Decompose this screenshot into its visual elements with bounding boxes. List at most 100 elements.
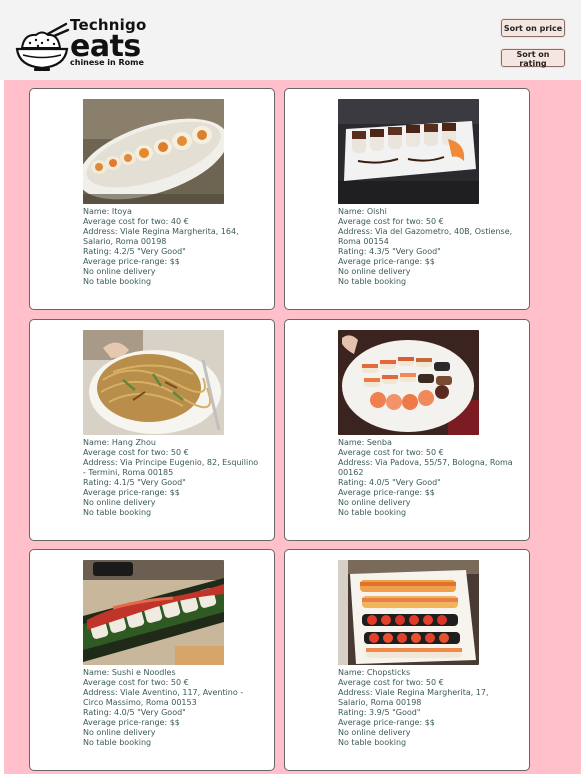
- restaurant-info: Name: Chopsticks Average cost for two: 50…: [338, 668, 518, 748]
- restaurant-card: Name: Itoya Average cost for two: 40 € Add…: [29, 88, 275, 310]
- restaurant-cost-label: Average cost for two:: [338, 678, 426, 687]
- sort-on-rating-button[interactable]: Sort on rating: [501, 49, 565, 68]
- restaurant-booking: No table booking: [83, 508, 152, 517]
- restaurant-name: Name: Sushi e Noodles: [83, 668, 263, 678]
- sushi-boat-photo: [338, 560, 479, 665]
- restaurant-info: Name: Sushi e Noodles Average cost for tw…: [83, 668, 263, 748]
- restaurant-rating: Rating: 4.0/5 "Very Good": [83, 708, 263, 718]
- restaurant-name-label: Name:: [338, 668, 367, 677]
- restaurant-cost-label: Average cost for two:: [83, 448, 171, 457]
- restaurant-price-range-value: $$: [169, 718, 180, 727]
- restaurant-rating-value: 4.0/5 "Very Good": [369, 478, 441, 487]
- restaurant-delivery: No online delivery: [338, 498, 411, 507]
- restaurant-name-label: Name:: [338, 207, 367, 216]
- restaurant-name: Name: Oishi: [338, 207, 518, 217]
- restaurant-info: Name: Oishi Average cost for two: 50 € Add…: [338, 207, 518, 287]
- restaurant-address: Address: Via Principe Eugenio, 82, Esqui…: [83, 458, 263, 478]
- restaurant-rating: Rating: 3.9/5 "Good": [338, 708, 518, 718]
- restaurant-price-range-label: Average price-range:: [338, 488, 425, 497]
- restaurant-price-range: Average price-range: $$: [83, 718, 263, 728]
- restaurant-booking: No table booking: [83, 738, 152, 747]
- restaurant-address: Address: Via del Gazometro, 40B, Ostiens…: [338, 227, 518, 247]
- noodles-plate-photo: [83, 330, 224, 435]
- restaurant-address-label: Address:: [83, 227, 121, 236]
- restaurant-rating-label: Rating:: [83, 478, 115, 487]
- restaurant-name-label: Name:: [338, 438, 367, 447]
- restaurant-address-label: Address:: [83, 688, 121, 697]
- restaurant-card: Name: Oishi Average cost for two: 50 € Add…: [284, 88, 530, 310]
- restaurant-address-label: Address:: [338, 458, 376, 467]
- restaurant-address-label: Address:: [83, 458, 121, 467]
- restaurant-booking: No table booking: [83, 277, 152, 286]
- restaurant-photo: [83, 330, 224, 435]
- restaurant-cost: Average cost for two: 50 €: [83, 448, 263, 458]
- restaurant-name-value: Senba: [366, 438, 392, 447]
- restaurant-rating-label: Rating:: [338, 247, 370, 256]
- restaurant-card: Name: Hang Zhou Average cost for two: 50 …: [29, 319, 275, 541]
- restaurant-delivery: No online delivery: [83, 498, 156, 507]
- restaurant-price-range-value: $$: [169, 488, 180, 497]
- restaurant-photo: [83, 560, 224, 665]
- restaurant-price-range-value: $$: [169, 257, 180, 266]
- restaurant-cost: Average cost for two: 50 €: [338, 448, 518, 458]
- restaurant-rating-label: Rating:: [83, 708, 115, 717]
- restaurant-cost-label: Average cost for two:: [83, 678, 171, 687]
- restaurant-name-value: Itoya: [111, 207, 132, 216]
- restaurant-info: Name: Hang Zhou Average cost for two: 50 …: [83, 438, 263, 518]
- restaurant-rating: Rating: 4.3/5 "Very Good": [338, 247, 518, 257]
- sort-on-price-button[interactable]: Sort on price: [501, 19, 565, 37]
- rice-bowl-icon: [15, 22, 70, 71]
- restaurant-name: Name: Itoya: [83, 207, 263, 217]
- sushi-board-photo: [83, 560, 224, 665]
- restaurant-address: Address: Viale Aventino, 117, Aventino -…: [83, 688, 263, 708]
- restaurant-info: Name: Itoya Average cost for two: 40 € Add…: [83, 207, 263, 287]
- restaurant-cost: Average cost for two: 50 €: [338, 678, 518, 688]
- restaurant-info: Name: Senba Average cost for two: 50 € Add…: [338, 438, 518, 518]
- restaurant-name-label: Name:: [83, 668, 112, 677]
- restaurant-rating: Rating: 4.0/5 "Very Good": [338, 478, 518, 488]
- restaurant-price-range-label: Average price-range:: [338, 718, 425, 727]
- restaurant-delivery: No online delivery: [83, 267, 156, 276]
- restaurant-address: Address: Via Padova, 55/57, Bologna, Rom…: [338, 458, 518, 478]
- restaurant-cost-label: Average cost for two:: [83, 217, 171, 226]
- restaurant-delivery: No online delivery: [83, 728, 156, 737]
- restaurant-photo: [338, 99, 479, 204]
- restaurant-photo: [83, 99, 224, 204]
- restaurant-price-range-label: Average price-range:: [83, 488, 170, 497]
- restaurant-name: Name: Chopsticks: [338, 668, 518, 678]
- restaurant-rating-value: 4.3/5 "Very Good": [369, 247, 441, 256]
- restaurant-cost: Average cost for two: 50 €: [83, 678, 263, 688]
- restaurant-booking: No table booking: [338, 508, 407, 517]
- restaurant-rating-value: 3.9/5 "Good": [369, 708, 421, 717]
- restaurant-cost-value: 50 €: [425, 448, 444, 457]
- restaurant-name-value: Hang Zhou: [111, 438, 156, 447]
- restaurant-rating-value: 4.1/5 "Very Good": [114, 478, 186, 487]
- restaurant-price-range: Average price-range: $$: [338, 257, 518, 267]
- restaurant-photo: [338, 330, 479, 435]
- brand-subtitle: chinese in Rome: [70, 58, 144, 67]
- restaurant-rating-value: 4.2/5 "Very Good": [114, 247, 186, 256]
- restaurant-card: Name: Sushi e Noodles Average cost for tw…: [29, 549, 275, 771]
- restaurant-address-label: Address:: [338, 688, 376, 697]
- logo: Technigo eats chinese in Rome: [14, 14, 174, 74]
- restaurant-cost: Average cost for two: 50 €: [338, 217, 518, 227]
- restaurant-list: Name: Itoya Average cost for two: 40 € Add…: [0, 80, 581, 774]
- restaurant-address-label: Address:: [338, 227, 376, 236]
- sushi-tray-photo: [338, 99, 479, 204]
- restaurant-address: Address: Viale Regina Margherita, 17, Sa…: [338, 688, 518, 708]
- restaurant-name-label: Name:: [83, 207, 112, 216]
- restaurant-card: Name: Chopsticks Average cost for two: 50…: [284, 549, 530, 771]
- restaurant-name-value: Chopsticks: [366, 668, 411, 677]
- restaurant-rating: Rating: 4.1/5 "Very Good": [83, 478, 263, 488]
- restaurant-price-range: Average price-range: $$: [338, 488, 518, 498]
- restaurant-price-range-label: Average price-range:: [83, 718, 170, 727]
- restaurant-name-label: Name:: [83, 438, 112, 447]
- restaurant-rating-value: 4.0/5 "Very Good": [114, 708, 186, 717]
- restaurant-price-range: Average price-range: $$: [338, 718, 518, 728]
- restaurant-price-range: Average price-range: $$: [83, 488, 263, 498]
- restaurant-photo: [338, 560, 479, 665]
- restaurant-cost-label: Average cost for two:: [338, 217, 426, 226]
- restaurant-delivery: No online delivery: [338, 267, 411, 276]
- app-header: Technigo eats chinese in Rome Sort on pr…: [0, 0, 581, 81]
- restaurant-cost-label: Average cost for two:: [338, 448, 426, 457]
